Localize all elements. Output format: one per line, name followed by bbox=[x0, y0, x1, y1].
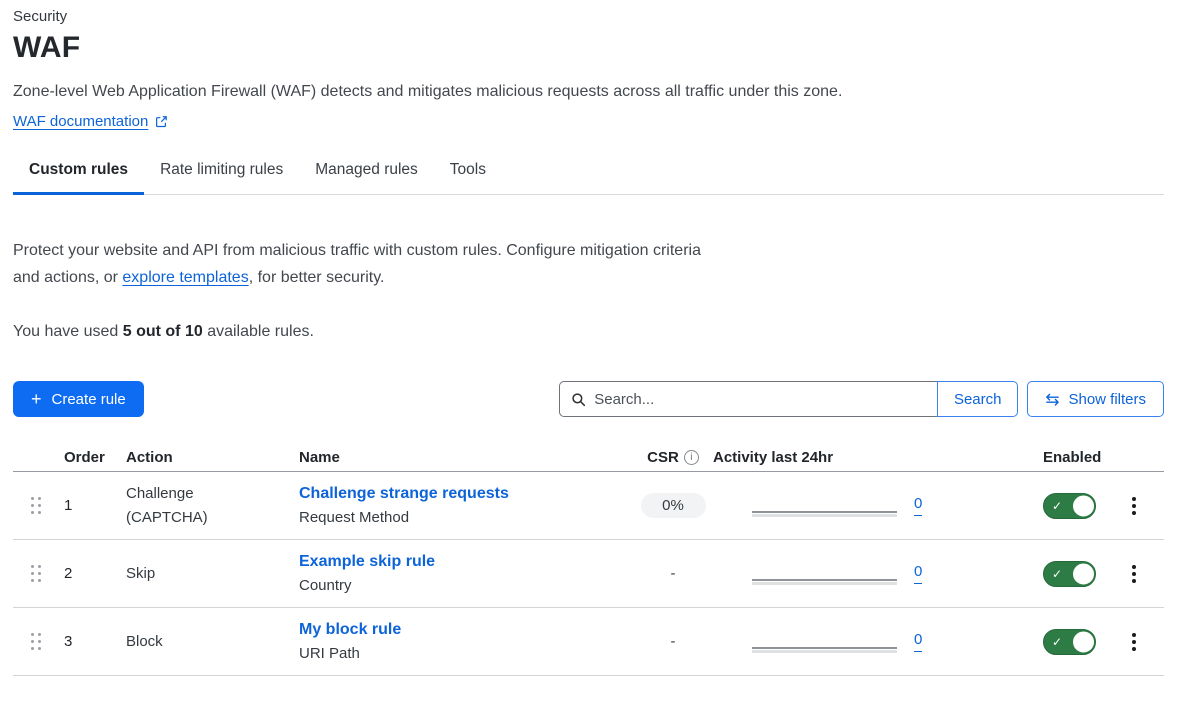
plus-icon: + bbox=[31, 390, 42, 408]
activity-count-link[interactable]: 0 bbox=[914, 496, 922, 516]
drag-handle[interactable] bbox=[31, 565, 43, 582]
tab-tools[interactable]: Tools bbox=[434, 161, 502, 194]
csr-value: - bbox=[671, 633, 676, 650]
rule-csr-cell: - bbox=[633, 633, 713, 650]
rule-menu-cell bbox=[1128, 492, 1164, 520]
rule-name-cell: Challenge strange requests Request Metho… bbox=[299, 482, 633, 529]
rule-csr-cell: - bbox=[633, 565, 713, 582]
rule-csr-cell: 0% bbox=[633, 493, 713, 518]
rule-name-link[interactable]: My block rule bbox=[299, 618, 401, 642]
search-box bbox=[559, 381, 937, 417]
toolbar: + Create rule Search ⇆ Show filters bbox=[13, 381, 1164, 417]
rule-field: Country bbox=[299, 574, 633, 597]
rule-action: Challenge (CAPTCHA) bbox=[126, 482, 299, 530]
activity-sparkline bbox=[752, 647, 897, 653]
check-icon: ✓ bbox=[1052, 499, 1062, 513]
tab-rate-limiting-rules[interactable]: Rate limiting rules bbox=[144, 161, 299, 194]
csr-value: - bbox=[671, 565, 676, 582]
rule-field: Request Method bbox=[299, 506, 633, 529]
tab-custom-rules[interactable]: Custom rules bbox=[13, 161, 144, 194]
rule-name-link[interactable]: Challenge strange requests bbox=[299, 482, 509, 506]
rule-enabled-cell: ✓ bbox=[1043, 561, 1128, 587]
column-header-activity: Activity last 24hr bbox=[713, 449, 940, 466]
activity-sparkline bbox=[752, 579, 897, 585]
swap-arrows-icon: ⇆ bbox=[1045, 391, 1059, 408]
drag-handle[interactable] bbox=[31, 633, 43, 650]
rule-menu-cell bbox=[1128, 628, 1164, 656]
table-row: 3 Block My block rule URI Path - 0 ✓ bbox=[13, 608, 1164, 676]
column-header-csr: CSR i bbox=[633, 449, 713, 466]
toggle-knob bbox=[1072, 562, 1095, 585]
rule-action: Block bbox=[126, 630, 299, 654]
search-input[interactable] bbox=[594, 391, 926, 408]
table-row: 2 Skip Example skip rule Country - 0 ✓ bbox=[13, 540, 1164, 608]
rule-name-cell: Example skip rule Country bbox=[299, 550, 633, 597]
rule-name-link[interactable]: Example skip rule bbox=[299, 550, 435, 574]
kebab-menu[interactable] bbox=[1128, 492, 1140, 520]
enabled-toggle[interactable]: ✓ bbox=[1043, 493, 1096, 519]
waf-page: Security WAF Zone-level Web Application … bbox=[0, 0, 1177, 676]
rule-name-cell: My block rule URI Path bbox=[299, 618, 633, 665]
column-header-action: Action bbox=[126, 449, 299, 466]
create-rule-button[interactable]: + Create rule bbox=[13, 381, 144, 417]
breadcrumb: Security bbox=[13, 8, 1164, 25]
rule-activity-cell: 0 bbox=[713, 631, 940, 653]
check-icon: ✓ bbox=[1052, 567, 1062, 581]
explore-templates-link[interactable]: explore templates bbox=[122, 269, 248, 286]
search-button[interactable]: Search bbox=[937, 381, 1018, 417]
rule-menu-cell bbox=[1128, 560, 1164, 588]
rules-table: Order Action Name CSR i Activity last 24… bbox=[13, 443, 1164, 676]
kebab-menu[interactable] bbox=[1128, 628, 1140, 656]
doc-link-row: WAF documentation bbox=[13, 113, 1164, 131]
column-header-enabled: Enabled bbox=[1043, 449, 1128, 466]
show-filters-label: Show filters bbox=[1068, 391, 1146, 408]
rule-activity-cell: 0 bbox=[713, 495, 940, 517]
rule-action: Skip bbox=[126, 562, 299, 586]
usage-after: available rules. bbox=[203, 323, 314, 340]
rule-activity-cell: 0 bbox=[713, 563, 940, 585]
activity-count-link[interactable]: 0 bbox=[914, 564, 922, 584]
waf-documentation-label: WAF documentation bbox=[13, 113, 148, 130]
tab-bar: Custom rules Rate limiting rules Managed… bbox=[13, 161, 1164, 195]
toolbar-right: Search ⇆ Show filters bbox=[559, 381, 1164, 417]
enabled-toggle[interactable]: ✓ bbox=[1043, 561, 1096, 587]
page-description: Zone-level Web Application Firewall (WAF… bbox=[13, 83, 1164, 101]
rule-order: 1 bbox=[64, 497, 126, 514]
rule-enabled-cell: ✓ bbox=[1043, 493, 1128, 519]
rule-field: URI Path bbox=[299, 642, 633, 665]
search-icon bbox=[571, 392, 586, 407]
create-rule-label: Create rule bbox=[52, 391, 126, 408]
usage-count: 5 out of 10 bbox=[123, 323, 203, 340]
table-header: Order Action Name CSR i Activity last 24… bbox=[13, 443, 1164, 472]
waf-documentation-link[interactable]: WAF documentation bbox=[13, 113, 168, 130]
column-header-order: Order bbox=[64, 449, 126, 466]
intro-after: , for better security. bbox=[249, 269, 385, 286]
show-filters-button[interactable]: ⇆ Show filters bbox=[1027, 381, 1164, 417]
usage-before: You have used bbox=[13, 323, 123, 340]
intro-text: Protect your website and API from malici… bbox=[13, 237, 713, 291]
kebab-menu[interactable] bbox=[1128, 560, 1140, 588]
check-icon: ✓ bbox=[1052, 635, 1062, 649]
csr-badge: 0% bbox=[641, 493, 706, 518]
activity-count-link[interactable]: 0 bbox=[914, 632, 922, 652]
toggle-knob bbox=[1072, 630, 1095, 653]
csr-header-label: CSR bbox=[647, 449, 679, 466]
external-link-icon bbox=[155, 115, 168, 128]
activity-sparkline bbox=[752, 511, 897, 517]
rule-order: 2 bbox=[64, 565, 126, 582]
table-row: 1 Challenge (CAPTCHA) Challenge strange … bbox=[13, 472, 1164, 540]
column-header-name: Name bbox=[299, 449, 633, 466]
drag-handle[interactable] bbox=[31, 497, 43, 514]
toggle-knob bbox=[1072, 494, 1095, 517]
page-title: WAF bbox=[13, 31, 1164, 65]
info-icon[interactable]: i bbox=[684, 450, 699, 465]
usage-text: You have used 5 out of 10 available rule… bbox=[13, 323, 1164, 341]
search-group: Search bbox=[559, 381, 1018, 417]
rule-order: 3 bbox=[64, 633, 126, 650]
tab-managed-rules[interactable]: Managed rules bbox=[299, 161, 434, 194]
enabled-toggle[interactable]: ✓ bbox=[1043, 629, 1096, 655]
rule-enabled-cell: ✓ bbox=[1043, 629, 1128, 655]
